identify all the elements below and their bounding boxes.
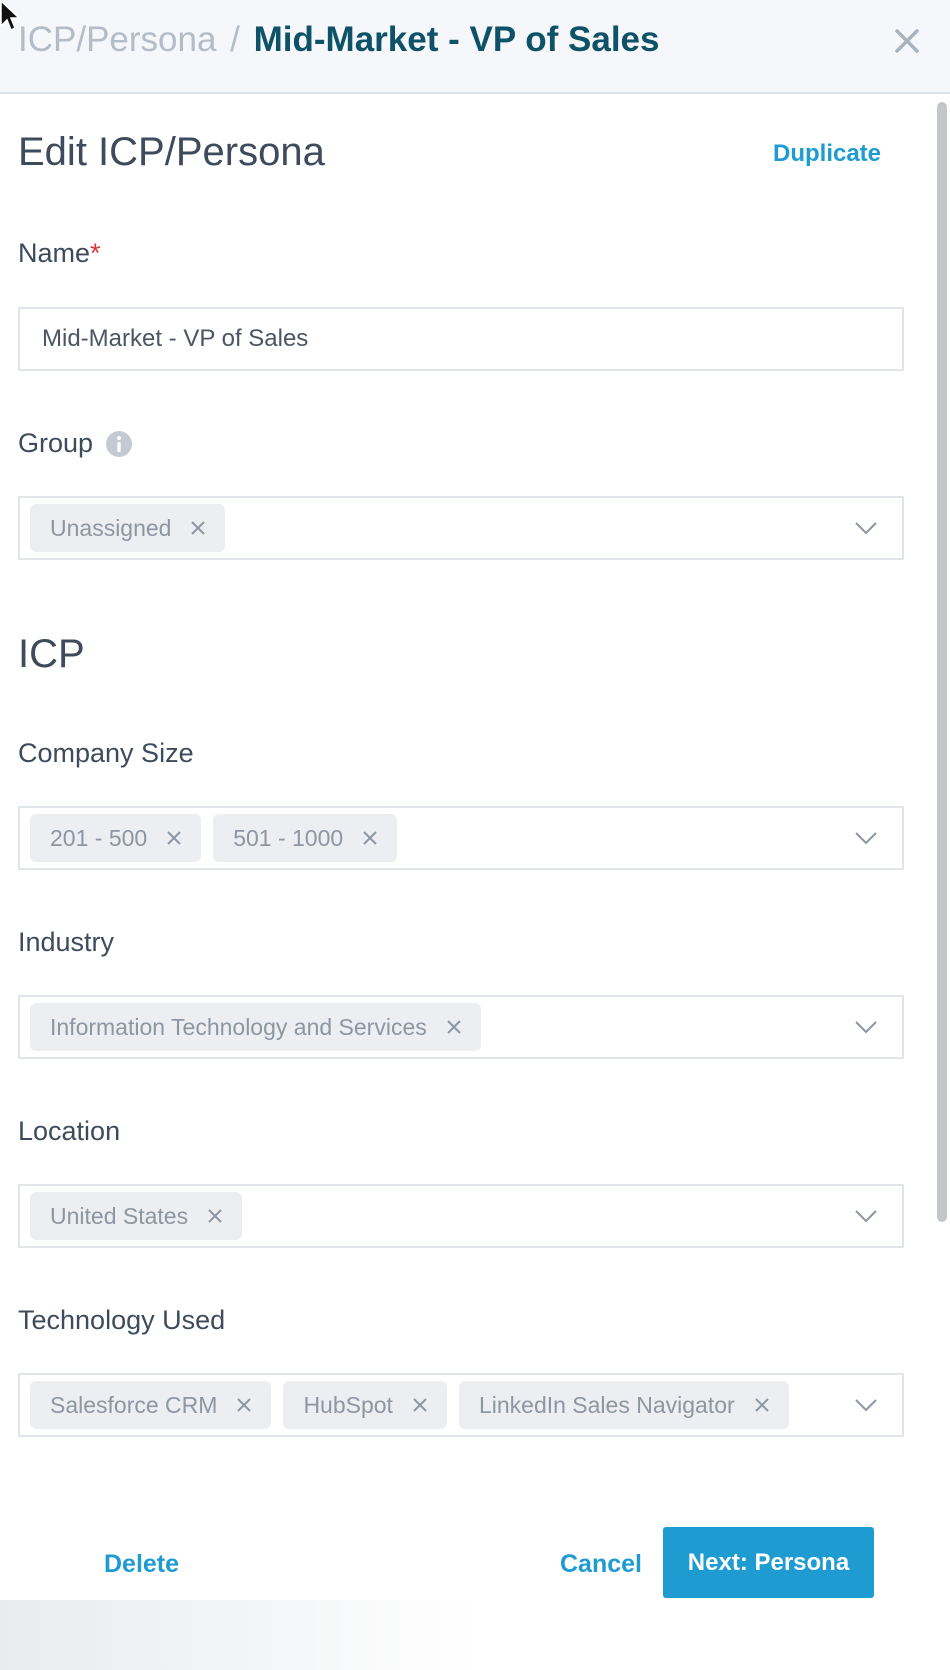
chip-label: LinkedIn Sales Navigator <box>478 1391 735 1418</box>
chip-label: Salesforce CRM <box>50 1391 218 1418</box>
chip-remove-button[interactable] <box>753 1396 771 1414</box>
delete-button[interactable]: Delete <box>104 1550 179 1579</box>
bottom-shadow <box>0 1600 950 1670</box>
chip-label: United States <box>50 1202 189 1229</box>
technology-used-select[interactable]: Salesforce CRM HubSpot LinkedIn Sales Na… <box>18 1373 904 1437</box>
remove-chip-icon <box>237 1398 252 1412</box>
remove-chip-icon <box>363 831 377 845</box>
breadcrumb: ICP/Persona / Mid-Market - VP of Sales <box>18 20 660 60</box>
scrollbar[interactable] <box>934 96 950 1576</box>
company-size-chip: 501 - 1000 <box>213 814 398 862</box>
technology-chip: HubSpot <box>283 1381 447 1429</box>
cancel-button[interactable]: Cancel <box>560 1550 642 1579</box>
remove-chip-icon <box>447 1020 461 1034</box>
chip-label: 201 - 500 <box>50 824 148 851</box>
chip-remove-button[interactable] <box>206 1207 224 1225</box>
chevron-down-icon[interactable] <box>854 518 878 538</box>
remove-chip-icon <box>754 1398 769 1412</box>
technology-chip: LinkedIn Sales Navigator <box>458 1381 789 1429</box>
chevron-down-icon[interactable] <box>854 1395 878 1415</box>
scrollbar-thumb[interactable] <box>937 102 947 1222</box>
mouse-cursor-icon <box>0 0 21 32</box>
chip-remove-button[interactable] <box>445 1018 463 1036</box>
remove-chip-icon <box>208 1209 222 1223</box>
location-label: Location <box>18 1116 121 1146</box>
chip-label: Information Technology and Services <box>50 1013 427 1040</box>
close-icon <box>895 29 919 53</box>
name-input[interactable] <box>18 307 904 371</box>
chip-remove-button[interactable] <box>235 1396 253 1414</box>
chip-remove-button[interactable] <box>361 829 379 847</box>
remove-chip-icon <box>167 831 181 845</box>
company-size-label: Company Size <box>18 738 194 768</box>
breadcrumb-current: Mid-Market - VP of Sales <box>253 20 660 59</box>
breadcrumb-separator: / <box>230 20 240 59</box>
remove-chip-icon <box>413 1398 427 1412</box>
name-label: Name* <box>18 238 101 269</box>
group-label: Group <box>18 428 94 458</box>
remove-chip-icon <box>191 521 206 535</box>
location-chip: United States <box>30 1192 243 1240</box>
technology-used-label: Technology Used <box>18 1305 226 1335</box>
chevron-down-icon[interactable] <box>854 1017 878 1037</box>
group-chip: Unassigned <box>30 504 226 552</box>
chevron-down-icon[interactable] <box>854 1206 878 1226</box>
required-mark: * <box>90 238 101 268</box>
chip-remove-button[interactable] <box>411 1396 429 1414</box>
group-select[interactable]: Unassigned <box>18 496 904 560</box>
industry-select[interactable]: Information Technology and Services <box>18 995 904 1059</box>
company-size-chip: 201 - 500 <box>30 814 202 862</box>
industry-chip: Information Technology and Services <box>30 1003 481 1051</box>
duplicate-link[interactable]: Duplicate <box>773 140 881 168</box>
location-select[interactable]: United States <box>18 1184 904 1248</box>
chip-label: 501 - 1000 <box>233 824 344 851</box>
name-label-text: Name <box>18 238 91 268</box>
close-button[interactable] <box>890 24 924 58</box>
modal-header: ICP/Persona / Mid-Market - VP of Sales <box>0 0 950 94</box>
info-icon[interactable] <box>105 430 133 458</box>
chip-remove-button[interactable] <box>165 829 183 847</box>
form-title: Edit ICP/Persona <box>18 130 325 174</box>
chip-label: HubSpot <box>303 1391 393 1418</box>
icp-section-title: ICP <box>18 632 85 676</box>
breadcrumb-parent[interactable]: ICP/Persona <box>18 20 216 59</box>
industry-label: Industry <box>18 927 115 957</box>
technology-chip: Salesforce CRM <box>30 1381 272 1429</box>
chevron-down-icon[interactable] <box>854 828 878 848</box>
chip-remove-button[interactable] <box>189 519 207 537</box>
chip-label: Unassigned <box>50 514 172 541</box>
company-size-select[interactable]: 201 - 500 501 - 1000 <box>18 806 904 870</box>
next-persona-button[interactable]: Next: Persona <box>663 1527 874 1598</box>
